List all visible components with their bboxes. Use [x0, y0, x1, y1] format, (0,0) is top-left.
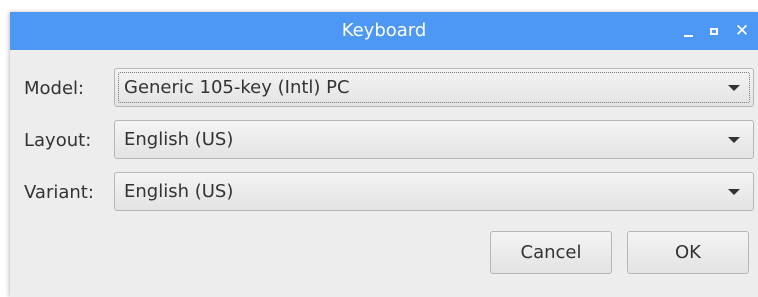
layout-dropdown[interactable]: English (US): [114, 120, 754, 159]
maximize-icon: [710, 27, 718, 35]
variant-dropdown[interactable]: English (US): [114, 172, 754, 211]
layout-label: Layout:: [24, 130, 92, 151]
maximize-button[interactable]: [703, 12, 725, 50]
chevron-down-icon: [728, 85, 740, 91]
layout-value: English (US): [124, 129, 234, 150]
model-value: Generic 105-key (Intl) PC: [124, 77, 350, 98]
chevron-down-icon: [728, 137, 740, 143]
close-icon: ✕: [734, 20, 750, 41]
model-dropdown[interactable]: Generic 105-key (Intl) PC: [114, 68, 754, 107]
ok-button[interactable]: OK: [627, 231, 749, 274]
close-button[interactable]: ✕: [731, 12, 753, 50]
title-bar[interactable]: Keyboard ✕: [10, 12, 758, 50]
window-title: Keyboard: [341, 20, 427, 41]
cancel-button[interactable]: Cancel: [490, 231, 612, 274]
keyboard-dialog: Keyboard ✕ Model: Generic 105-key (Intl)…: [10, 12, 758, 297]
model-label: Model:: [24, 78, 85, 99]
variant-label: Variant:: [24, 182, 94, 203]
variant-value: English (US): [124, 181, 234, 202]
minimize-icon: [683, 35, 693, 37]
chevron-down-icon: [728, 189, 740, 195]
minimize-button[interactable]: [677, 12, 699, 50]
